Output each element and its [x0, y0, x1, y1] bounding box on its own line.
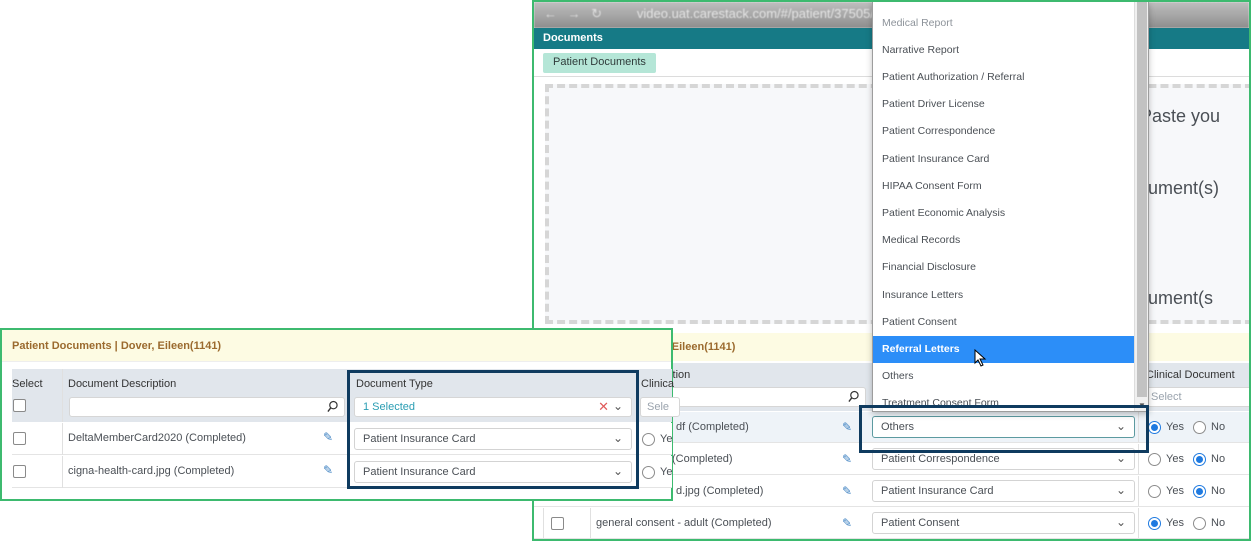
clinical-filter-select[interactable]: Sele: [640, 397, 680, 417]
annotation-highlight-box: [347, 370, 639, 489]
clinical-yes-radio[interactable]: [642, 433, 655, 446]
row-description: df (Completed): [676, 421, 749, 433]
column-header-select: Select: [12, 378, 43, 390]
clinical-no-radio[interactable]: [1193, 453, 1206, 466]
column-divider: [62, 423, 63, 455]
document-type-value: Patient Insurance Card: [881, 485, 994, 497]
chevron-down-icon: ⌄: [1115, 515, 1126, 529]
dropdown-option[interactable]: Medical Records: [873, 227, 1135, 254]
clinical-filter-placeholder: Select: [1151, 391, 1182, 403]
column-divider: [1138, 508, 1139, 538]
edit-pencil-icon[interactable]: ✎: [323, 431, 335, 443]
dropdown-option[interactable]: Medical Report: [873, 10, 1135, 37]
dropdown-option[interactable]: Financial Disclosure: [873, 254, 1135, 281]
chevron-down-icon: ⌄: [1115, 451, 1126, 465]
document-type-select[interactable]: Patient Consent ⌄: [872, 512, 1135, 534]
no-label: No: [1211, 421, 1226, 433]
row-select-checkbox[interactable]: [551, 517, 564, 530]
column-header-description: Document Description: [68, 378, 177, 390]
clinical-no-radio[interactable]: [1193, 517, 1206, 530]
dropdown-option[interactable]: Others: [873, 363, 1135, 390]
clinical-filter-select[interactable]: Select: [1144, 387, 1249, 407]
url-text[interactable]: video.uat.carestack.com/#/patient/37505/: [637, 6, 874, 21]
column-divider: [62, 369, 63, 422]
column-header-clinical: Clinica: [641, 378, 675, 390]
row-description: d.jpg (Completed): [676, 485, 764, 497]
back-icon[interactable]: ←: [544, 6, 564, 21]
clinical-filter-placeholder: Sele: [647, 401, 670, 413]
table-row[interactable]: general consent - adult (Completed) ✎ Pa…: [534, 508, 1249, 539]
document-type-select[interactable]: Patient Insurance Card ⌄: [872, 480, 1135, 502]
dropdown-option[interactable]: Patient Economic Analysis: [873, 200, 1135, 227]
clinical-no-radio[interactable]: [1193, 421, 1206, 434]
edit-pencil-icon[interactable]: ✎: [323, 464, 335, 476]
edit-pencil-icon[interactable]: ✎: [842, 453, 854, 465]
row-description: (Completed): [672, 453, 733, 465]
forward-icon[interactable]: →: [568, 6, 588, 21]
yes-label: Yes: [1166, 517, 1184, 529]
mouse-cursor-icon: [974, 349, 987, 367]
dropdown-option[interactable]: Patient Correspondence: [873, 118, 1135, 145]
dropdown-option-hovered[interactable]: Referral Letters: [873, 336, 1135, 363]
row-description: cigna-health-card.jpg (Completed): [68, 465, 235, 477]
row-description: general consent - adult (Completed): [596, 517, 772, 529]
document-type-value: Patient Correspondence: [881, 453, 1000, 465]
annotation-highlight-box: [859, 405, 1149, 453]
document-type-dropdown-list[interactable]: Medical Report Narrative Report Patient …: [872, 2, 1149, 412]
patient-documents-panel: Patient Documents | Dover, Eileen(1141) …: [0, 328, 680, 501]
clinical-yes-radio[interactable]: [1148, 453, 1161, 466]
scrollbar-thumb[interactable]: [1137, 2, 1147, 397]
yes-label: Ye: [660, 433, 673, 445]
dropdown-option[interactable]: HIPAA Consent Form: [873, 173, 1135, 200]
edit-pencil-icon[interactable]: ✎: [842, 421, 854, 433]
reload-icon[interactable]: ↻: [591, 6, 611, 22]
edit-pencil-icon[interactable]: ✎: [842, 485, 854, 497]
yes-label: Yes: [1166, 421, 1184, 433]
clinical-yes-radio[interactable]: [1148, 517, 1161, 530]
dropdown-option[interactable]: Patient Driver License: [873, 91, 1135, 118]
column-divider: [590, 508, 591, 538]
clinical-yes-radio[interactable]: [642, 466, 655, 479]
column-header-clinical-document: Clinical Document: [1146, 369, 1235, 381]
no-label: No: [1211, 517, 1226, 529]
column-divider: [62, 456, 63, 488]
no-label: No: [1211, 485, 1226, 497]
clinical-yes-radio[interactable]: [1148, 421, 1161, 434]
tab-patient-documents[interactable]: Patient Documents: [543, 53, 656, 73]
dropdown-scrollbar[interactable]: ▼: [1134, 2, 1148, 411]
yes-label: Yes: [1166, 453, 1184, 465]
dropdown-option[interactable]: Insurance Letters: [873, 282, 1135, 309]
column-divider: [1138, 476, 1139, 506]
column-divider: [543, 508, 544, 538]
dropdown-option[interactable]: Narrative Report: [873, 37, 1135, 64]
dropdown-option[interactable]: Patient Consent: [873, 309, 1135, 336]
dropdown-option[interactable]: Patient Authorization / Referral: [873, 64, 1135, 91]
patient-documents-title: Patient Documents | Dover, Eileen(1141): [2, 330, 671, 362]
description-search-input[interactable]: [69, 397, 345, 417]
clinical-yes-radio[interactable]: [1148, 485, 1161, 498]
clinical-no-radio[interactable]: [1193, 485, 1206, 498]
search-icon: [848, 390, 859, 402]
select-all-checkbox[interactable]: [13, 399, 26, 412]
row-select-checkbox[interactable]: [13, 465, 26, 478]
yes-label: Yes: [1166, 485, 1184, 497]
dropdown-option[interactable]: Patient Insurance Card: [873, 146, 1135, 173]
search-icon: [327, 400, 338, 412]
document-type-value: Patient Consent: [881, 517, 960, 529]
chevron-down-icon: ⌄: [1115, 483, 1126, 497]
no-label: No: [1211, 453, 1226, 465]
row-select-checkbox[interactable]: [13, 432, 26, 445]
patient-name-text: r, Eileen(1141): [662, 341, 736, 353]
edit-pencil-icon[interactable]: ✎: [842, 517, 854, 529]
yes-label: Ye: [660, 466, 673, 478]
row-description: DeltaMemberCard2020 (Completed): [68, 432, 246, 444]
